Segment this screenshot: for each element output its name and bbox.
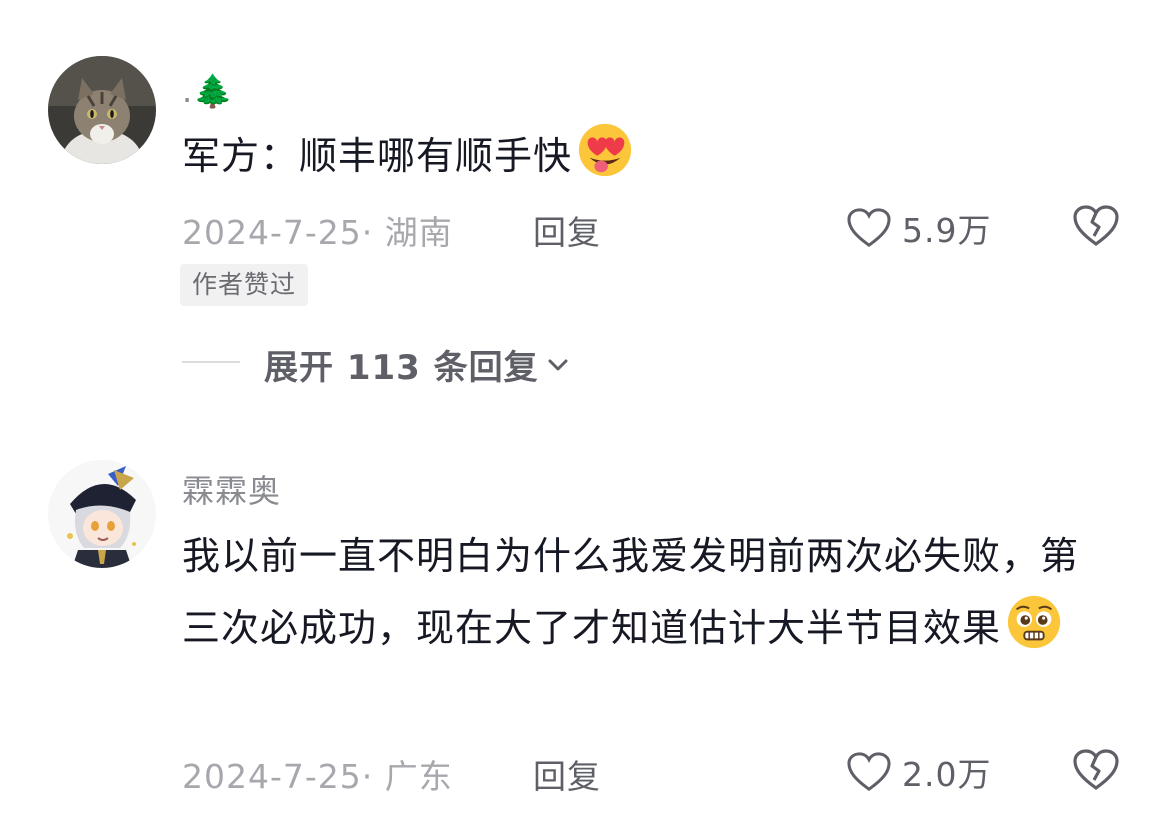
cat-avatar-icon bbox=[48, 56, 156, 164]
comment-text: 军方：顺丰哪有顺手快 bbox=[182, 120, 1112, 192]
avatar[interactable] bbox=[48, 460, 156, 568]
like-count: 2.0万 bbox=[902, 755, 992, 794]
anime-character-avatar-icon bbox=[48, 460, 156, 568]
comment-date: 2024-7-25 bbox=[182, 757, 362, 796]
comment-date: 2024-7-25 bbox=[182, 213, 362, 252]
comment-meta: 2024-7-25· 广东 bbox=[182, 750, 453, 798]
heart-eyes-tongue-emoji-icon bbox=[578, 123, 632, 177]
comment-item: .🌲 军方：顺丰哪有顺手快 2024-7-25· 湖南 回复 5.9万 作者赞过… bbox=[0, 0, 1170, 400]
comment-text-body: 我以前一直不明白为什么我爱发明前两次必失败，第三次必成功，现在大了才知道估计大半… bbox=[182, 534, 1080, 650]
username[interactable]: 霖霖奥 bbox=[182, 466, 281, 512]
like-count: 5.9万 bbox=[902, 211, 992, 250]
pleading-face-emoji-icon bbox=[1007, 595, 1061, 649]
expand-divider bbox=[182, 361, 240, 363]
author-liked-badge: 作者赞过 bbox=[180, 264, 309, 306]
like-button[interactable]: 5.9万 bbox=[846, 204, 991, 252]
heart-outline-icon bbox=[847, 752, 891, 792]
reply-button[interactable]: 回复 bbox=[533, 206, 601, 254]
meta-separator: · bbox=[361, 757, 385, 796]
heart-outline-icon bbox=[847, 208, 891, 248]
chevron-down-icon bbox=[548, 359, 568, 370]
comment-meta: 2024-7-25· 湖南 bbox=[182, 206, 453, 254]
comment-item: 霖霖奥 我以前一直不明白为什么我爱发明前两次必失败，第三次必成功，现在大了才知道… bbox=[0, 440, 1170, 820]
like-button[interactable]: 2.0万 bbox=[846, 748, 991, 796]
meta-separator: · bbox=[361, 213, 385, 252]
username[interactable]: .🌲 bbox=[182, 72, 234, 110]
comment-location: 湖南 bbox=[384, 213, 453, 252]
comment-text: 我以前一直不明白为什么我爱发明前两次必失败，第三次必成功，现在大了才知道估计大半… bbox=[182, 520, 1112, 664]
reply-button[interactable]: 回复 bbox=[533, 750, 601, 798]
dislike-broken-heart-icon[interactable] bbox=[1072, 748, 1120, 792]
avatar[interactable] bbox=[48, 56, 156, 164]
comment-text-body: 军方：顺丰哪有顺手快 bbox=[182, 134, 573, 178]
dislike-broken-heart-icon[interactable] bbox=[1072, 204, 1120, 248]
expand-replies-label: 展开 113 条回复 bbox=[264, 348, 539, 388]
expand-replies-button[interactable]: 展开 113 条回复 bbox=[264, 340, 571, 389]
comment-location: 广东 bbox=[384, 757, 453, 796]
